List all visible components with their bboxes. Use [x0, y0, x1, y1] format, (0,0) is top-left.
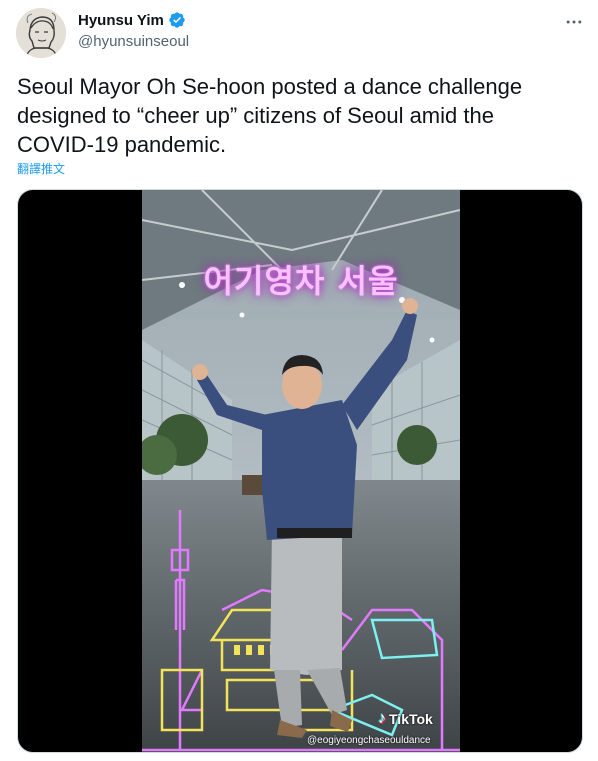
tiktok-logo-icon: ♪ — [378, 710, 386, 727]
avatar[interactable] — [16, 8, 66, 58]
tweet-card: Hyunsu Yim @hyunsuinseoul Seoul Mayor Oh… — [0, 0, 598, 761]
verified-badge-icon — [168, 11, 186, 29]
tweet-text: Seoul Mayor Oh Se-hoon posted a dance ch… — [17, 74, 523, 157]
tiktok-brand-text: TikTok — [389, 711, 433, 727]
tiktok-watermark: ♪ TikTok — [378, 710, 433, 728]
tiktok-handle: @eogiyeongchaseouldance — [307, 735, 431, 746]
more-options-button[interactable] — [560, 10, 588, 34]
user-handle[interactable]: @hyunsuinseoul — [78, 33, 189, 50]
translate-tweet-link[interactable]: 翻譯推文 — [17, 160, 65, 177]
avatar-sketch-icon — [16, 8, 66, 58]
author-name-row: Hyunsu Yim — [78, 11, 186, 29]
more-options-icon — [566, 20, 582, 24]
tweet-video[interactable]: 어기영차 서울 ♪ TikTok @eogiyeongchaseouldance — [17, 189, 583, 753]
video-frame: 어기영차 서울 ♪ TikTok @eogiyeongchaseouldance — [142, 190, 460, 752]
display-name[interactable]: Hyunsu Yim — [78, 12, 164, 29]
video-overlay-title: 어기영차 서울 — [203, 262, 399, 300]
